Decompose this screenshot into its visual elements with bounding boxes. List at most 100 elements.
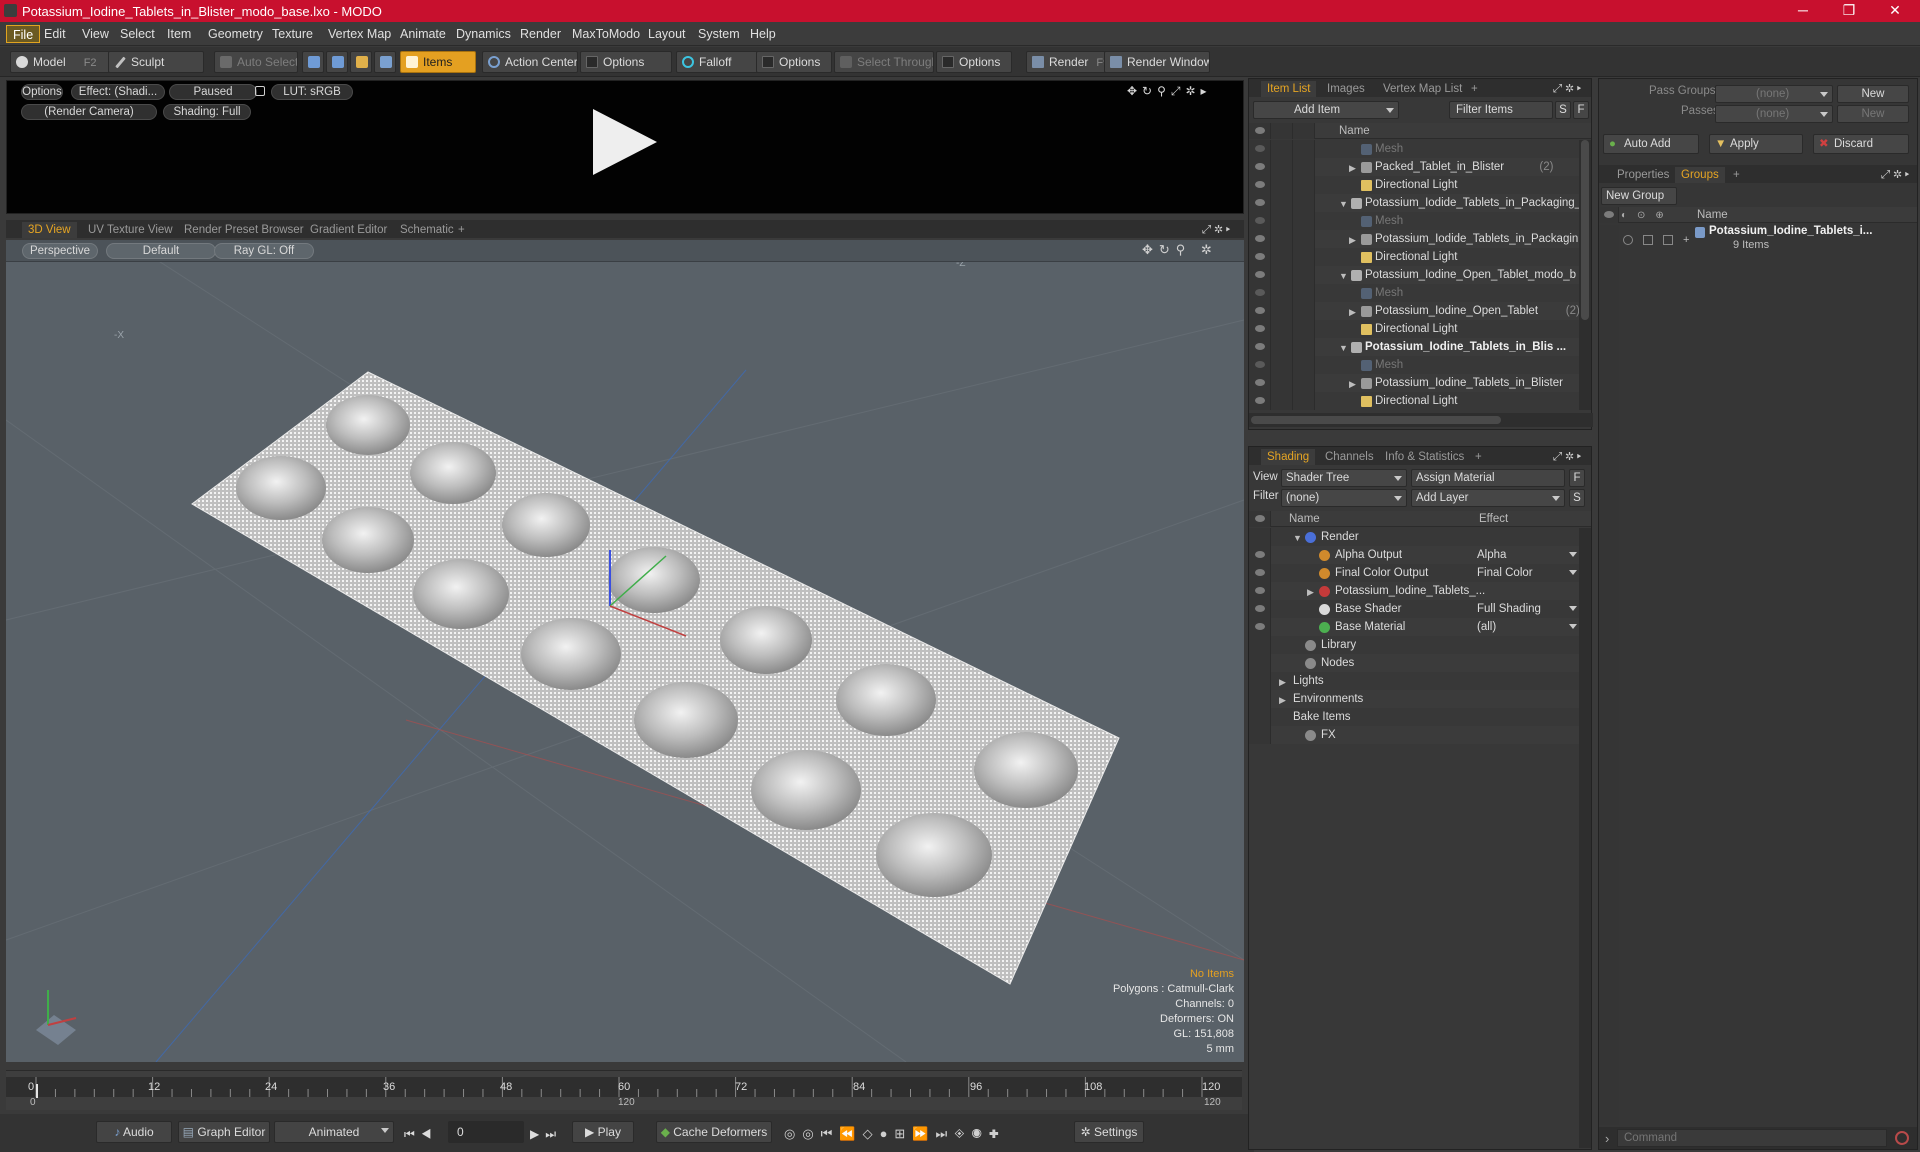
expand-arrow-icon[interactable]: ▶ — [1349, 303, 1356, 321]
shader-tree-scrollbar[interactable] — [1579, 528, 1591, 1148]
new-group-button[interactable]: New Group — [1601, 187, 1677, 205]
lock-cell[interactable] — [1271, 158, 1293, 176]
filter-items-input[interactable]: Filter Items — [1449, 101, 1553, 119]
transport-back-icons[interactable]: ⏮◀ — [404, 1127, 438, 1142]
collapse-arrow-icon[interactable]: ▼ — [1339, 195, 1348, 213]
menu-system[interactable]: System — [692, 25, 746, 43]
visibility-toggle-icon[interactable] — [1249, 194, 1271, 212]
model-mode-button[interactable]: Model F2 — [10, 51, 116, 73]
visibility-toggle-icon[interactable] — [1249, 374, 1271, 392]
visibility-toggle-icon[interactable] — [1249, 672, 1271, 690]
lock-icon[interactable] — [255, 86, 265, 96]
group-select-checkbox[interactable] — [1663, 235, 1673, 245]
lock-cell[interactable] — [1271, 194, 1293, 212]
group-render-icon[interactable] — [1623, 235, 1633, 245]
lock-cell[interactable] — [1271, 230, 1293, 248]
effect-dropdown[interactable]: Final Color — [1477, 564, 1533, 582]
item-row[interactable]: ▼ Potassium_Iodine_Tablets_in_Blis ... — [1249, 338, 1579, 356]
add-tab-icon[interactable]: + — [452, 222, 471, 238]
lock-cell[interactable] — [1271, 356, 1293, 374]
audio-button[interactable]: ♪ Audio — [96, 1121, 172, 1143]
preview-shading-dropdown[interactable]: Shading: Full — [163, 104, 251, 120]
settings-button[interactable]: ✲ Settings — [1074, 1121, 1144, 1143]
tab-info-statistics[interactable]: Info & Statistics — [1379, 449, 1470, 465]
falloff-options-button[interactable]: Options — [756, 51, 832, 73]
item-row[interactable]: Mesh — [1249, 212, 1579, 230]
render-window-button[interactable]: Render Window — [1104, 51, 1210, 73]
tab-render-preset-browser[interactable]: Render Preset Browser — [178, 222, 310, 238]
tab-vertex-map-list[interactable]: Vertex Map List — [1377, 81, 1468, 97]
tab-schematic[interactable]: Schematic — [394, 222, 460, 238]
material-select-button[interactable] — [374, 51, 396, 73]
preview-nav-icons[interactable]: ✥↻⚲⤢✲▸ — [1127, 84, 1212, 99]
menu-help[interactable]: Help — [744, 25, 782, 43]
item-row[interactable]: ▼ Potassium_Iodide_Tablets_in_Packaging_.… — [1249, 194, 1591, 213]
visibility-toggle-icon[interactable] — [1249, 356, 1271, 374]
visibility-toggle-icon[interactable] — [1249, 338, 1271, 356]
group-lock-checkbox[interactable] — [1643, 235, 1653, 245]
lock-cell[interactable] — [1271, 320, 1293, 338]
expand-arrow-icon[interactable]: ▶ — [1349, 159, 1356, 177]
3d-viewport[interactable]: -Z -X No Items Polygons : Catmull-Clark … — [6, 240, 1244, 1062]
menu-animate[interactable]: Animate — [394, 25, 452, 43]
group-row[interactable]: + Potassium_Iodine_Tablets_i... 9 Items — [1599, 225, 1917, 259]
viewport-nav-icons[interactable]: ✥↻⚲ ✲ — [1142, 242, 1218, 258]
shader-row[interactable]: ▶ Potassium_Iodine_Tablets_... — [1249, 582, 1579, 600]
menu-maxtomodo[interactable]: MaxToModo — [566, 25, 646, 43]
shader-row[interactable]: Nodes — [1249, 654, 1579, 672]
discard-button[interactable]: ✖ Discard — [1813, 134, 1909, 154]
view-dropdown[interactable]: Shader Tree — [1281, 469, 1407, 487]
falloff-button[interactable]: Falloff — [676, 51, 760, 73]
visibility-toggle-icon[interactable] — [1249, 140, 1271, 158]
lock-cell[interactable] — [1271, 392, 1293, 410]
render-button[interactable]: Render F9 — [1026, 51, 1108, 73]
visibility-toggle-icon[interactable] — [1249, 212, 1271, 230]
command-input[interactable] — [1617, 1129, 1887, 1147]
shader-row[interactable]: Alpha Output Alpha — [1249, 546, 1579, 564]
ray-gl-toggle[interactable]: Ray GL: Off — [214, 243, 314, 259]
tab-properties[interactable]: Properties — [1611, 167, 1675, 183]
add-layer-s-button[interactable]: S — [1569, 489, 1585, 507]
visibility-toggle-icon[interactable] — [1249, 392, 1271, 410]
transport-forward-icons[interactable]: ▶⏭ — [530, 1127, 562, 1142]
expand-arrow-icon[interactable]: ▶ — [1307, 583, 1314, 601]
playhead[interactable] — [36, 1084, 38, 1098]
panel-options-icons[interactable]: ⤢ ✲ ▸ — [1547, 449, 1587, 465]
visibility-toggle-icon[interactable] — [1249, 636, 1271, 654]
assign-material-input[interactable]: Assign Material — [1411, 469, 1565, 487]
shader-row[interactable]: Base Shader Full Shading — [1249, 600, 1579, 618]
auto-select-button[interactable]: Auto Select — [214, 51, 298, 73]
effect-dropdown[interactable]: (all) — [1477, 618, 1496, 636]
collapse-arrow-icon[interactable]: ▼ — [1293, 529, 1302, 547]
shader-row[interactable]: Library — [1249, 636, 1579, 654]
visibility-toggle-icon[interactable] — [1249, 690, 1271, 708]
item-row[interactable]: ▶ Potassium_Iodine_Tablets_in_Blister — [1249, 374, 1579, 392]
add-tab-icon[interactable]: + — [1465, 81, 1484, 97]
menu-vertex-map[interactable]: Vertex Map — [322, 25, 397, 43]
viewport-panel-icons[interactable]: ⤢ ✲ ▸ — [1196, 222, 1236, 238]
panel-options-icons[interactable]: ⤢ ✲ ▸ — [1547, 81, 1587, 97]
lock-cell[interactable] — [1271, 302, 1293, 320]
visibility-toggle-icon[interactable] — [1249, 618, 1271, 636]
lock-cell[interactable] — [1271, 212, 1293, 230]
item-list-scrollbar[interactable] — [1579, 140, 1591, 410]
menu-geometry[interactable]: Geometry — [202, 25, 269, 43]
visibility-toggle-icon[interactable] — [1249, 266, 1271, 284]
panel-options-icons[interactable]: ⤢ ✲ ▸ — [1875, 167, 1915, 183]
preview-options-button[interactable]: Options — [21, 84, 63, 100]
lock-cell[interactable] — [1271, 284, 1293, 302]
item-row[interactable]: Mesh — [1249, 356, 1579, 374]
filter-f-button[interactable]: F — [1573, 101, 1589, 119]
shader-row[interactable]: Final Color Output Final Color — [1249, 564, 1579, 582]
item-row[interactable]: ▶ Potassium_Iodide_Tablets_in_Packagin... — [1249, 230, 1588, 248]
apply-button[interactable]: ▼ Apply — [1709, 134, 1803, 154]
lut-dropdown[interactable]: LUT: sRGB — [271, 84, 353, 100]
visibility-toggle-icon[interactable] — [1249, 582, 1271, 600]
menu-texture[interactable]: Texture — [266, 25, 319, 43]
visibility-toggle-icon[interactable] — [1249, 546, 1271, 564]
play-icon[interactable] — [593, 109, 657, 175]
add-tab-icon[interactable]: + — [1469, 449, 1488, 465]
filter-dropdown[interactable]: (none) — [1281, 489, 1407, 507]
select-through-button[interactable]: Select Through — [834, 51, 934, 73]
shader-row[interactable]: Bake Items — [1249, 708, 1579, 726]
